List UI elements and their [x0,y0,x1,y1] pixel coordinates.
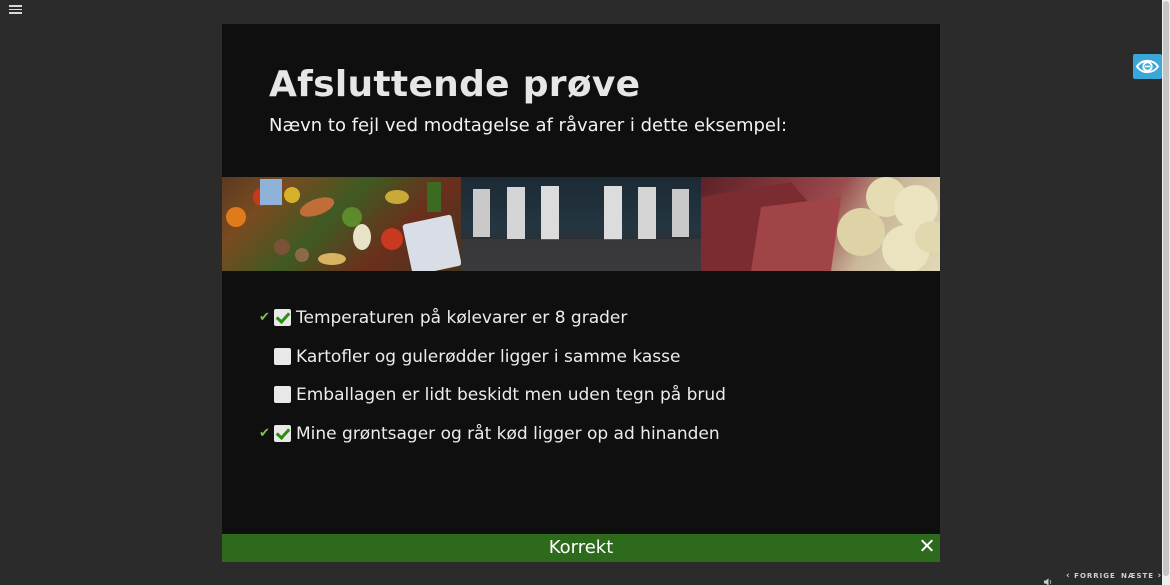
answer-label: Emballagen er lidt beskidt men uden tegn… [296,385,726,406]
hamburger-menu-icon[interactable] [9,5,22,15]
doors-photo [461,177,701,271]
player-stage: Afsluttende prøve Nævn to fejl ved modta… [0,0,1170,585]
speaker-icon[interactable] [1043,572,1053,585]
feedback-banner: Korrekt [222,534,940,562]
answer-options: ✔ Temperaturen på kølevarer er 8 grader … [259,308,899,463]
next-label: NÆSTE [1121,572,1155,580]
answer-option[interactable]: Kartofler og gulerødder ligger i samme k… [259,347,899,386]
answer-option[interactable]: Emballagen er lidt beskidt men uden tegn… [259,385,899,424]
next-button[interactable]: NÆSTE › [1121,571,1162,581]
previous-label: FORRIGE [1074,572,1116,580]
produce-photo [222,177,461,271]
answer-label: Kartofler og gulerødder ligger i samme k… [296,346,681,367]
scrollbar-thumb[interactable] [1163,1,1169,576]
slide-title: Afsluttende prøve [269,64,641,105]
answer-label: Mine grøntsager og råt kød ligger op ad … [296,424,720,445]
answer-checkbox[interactable] [274,347,291,365]
feedback-text: Korrekt [548,537,614,558]
answer-checkbox[interactable] [274,425,291,443]
previous-button[interactable]: ‹ FORRIGE [1066,571,1116,581]
answer-checkbox[interactable] [274,309,291,326]
scrollbar[interactable] [1162,0,1170,585]
meat-onions-photo [701,177,940,271]
close-icon[interactable] [921,539,933,551]
checkmark-icon: ✔ [259,426,270,442]
checkmark-icon: ✔ [259,310,270,325]
question-text: Nævn to fejl ved modtagelse af råvarer i… [269,115,788,136]
answer-option[interactable]: ✔ Temperaturen på kølevarer er 8 grader [259,308,899,347]
eye-icon[interactable] [1133,54,1162,79]
quiz-slide: Afsluttende prøve Nævn to fejl ved modta… [222,24,940,562]
photo-strip [222,177,940,271]
answer-checkbox[interactable] [274,386,291,404]
answer-option[interactable]: ✔ Mine grøntsager og råt kød ligger op a… [259,424,899,463]
chevron-left-icon: ‹ [1066,571,1071,581]
answer-label: Temperaturen på kølevarer er 8 grader [296,308,628,328]
